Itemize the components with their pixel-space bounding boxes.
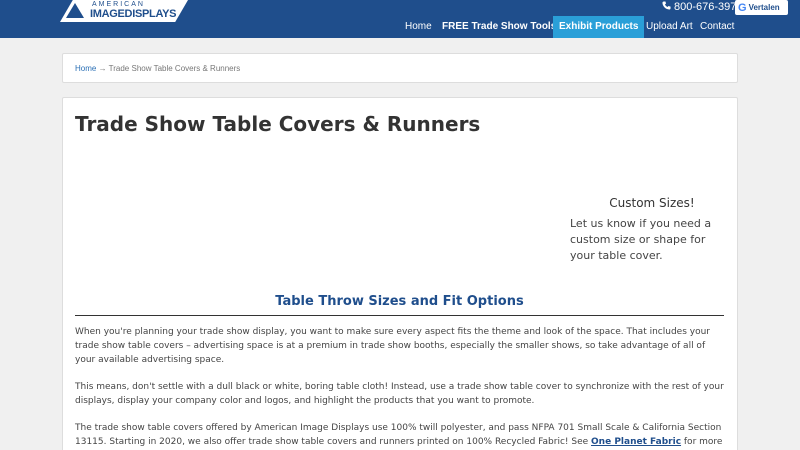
section-heading: Table Throw Sizes and Fit Options [275,294,524,309]
google-icon: G [738,1,747,14]
nav-contact[interactable]: Contact [700,16,734,38]
logo-triangle-icon [66,3,84,18]
nav-exhibit-products[interactable]: Exhibit Products [553,16,645,38]
breadcrumb-separator: → [96,64,109,73]
phone-number: 800-676-3976 [674,1,743,13]
custom-sizes-heading: Custom Sizes! [609,196,695,210]
site-header: AMERICAN IMAGEDISPLAYS 800-676-3976 G Ve… [0,0,800,38]
translate-button[interactable]: G Vertalen [735,0,788,15]
paragraph-2: This means, don't settle with a dull bla… [75,382,724,406]
breadcrumb-home[interactable]: Home [75,64,96,73]
translate-label: Vertalen [748,3,780,12]
logo-line2: IMAGEDISPLAYS [90,8,177,20]
nav-free-tools[interactable]: FREE Trade Show Tools [442,16,556,38]
paragraph-1: When you're planning your trade show dis… [75,327,710,365]
breadcrumb-current: Trade Show Table Covers & Runners [108,64,241,73]
one-planet-fabric-link[interactable]: One Planet Fabric [591,437,681,447]
phone-icon [662,1,671,10]
paragraph-3: The trade show table covers offered by A… [75,421,725,450]
custom-sizes-text: Let us know if you need a custom size or… [570,217,712,262]
breadcrumb: Home → Trade Show Table Covers & Runners [62,53,738,83]
nav-upload-art[interactable]: Upload Art [646,16,693,38]
page-title: Trade Show Table Covers & Runners [75,112,481,136]
phone-link[interactable]: 800-676-3976 [662,1,743,13]
nav-home[interactable]: Home [405,16,432,38]
logo[interactable]: AMERICAN IMAGEDISPLAYS [60,0,188,22]
section-divider [75,315,724,316]
logo-line1: AMERICAN [92,1,145,8]
